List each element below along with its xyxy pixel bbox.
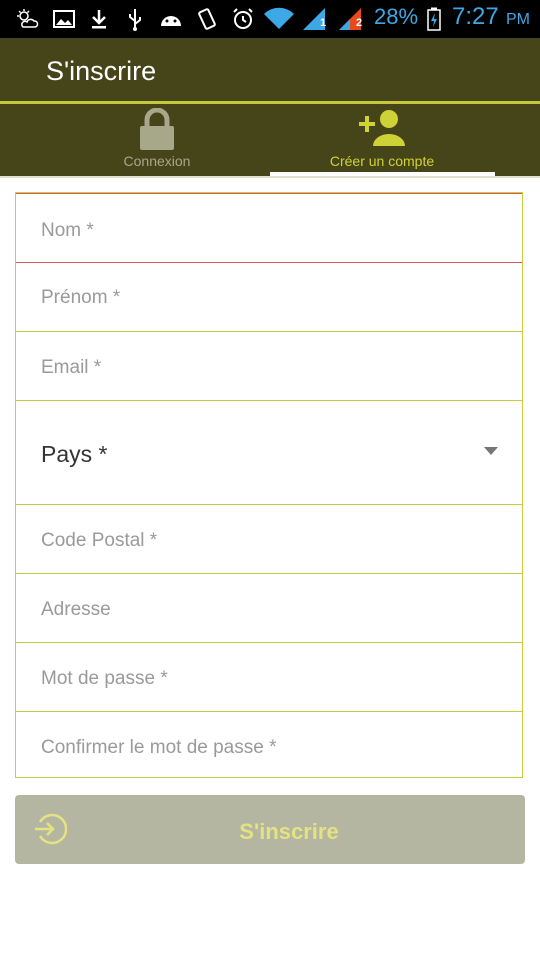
tab-creer-compte-label: Créer un compte — [329, 153, 435, 169]
code-postal-field[interactable]: Code Postal * — [16, 505, 522, 574]
clock-time: 7:27 — [452, 3, 499, 30]
signup-form: Nom * Prénom * Email * Pays * Code Posta… — [15, 192, 523, 778]
email-field[interactable]: Email * — [16, 332, 522, 401]
chevron-down-icon — [484, 447, 498, 455]
android-icon — [158, 6, 184, 32]
tab-bar: Connexion Créer un compte — [0, 104, 540, 176]
mot-de-passe-field[interactable]: Mot de passe * — [16, 643, 522, 712]
prenom-field[interactable]: Prénom * — [16, 262, 522, 332]
sinscrire-button[interactable]: S'inscrire — [15, 795, 525, 864]
code-postal-placeholder: Code Postal * — [41, 530, 158, 551]
wifi-icon — [262, 6, 296, 32]
usb-icon — [124, 6, 146, 32]
email-placeholder: Email * — [41, 357, 102, 378]
tab-divider — [0, 176, 540, 178]
adresse-field[interactable]: Adresse — [16, 574, 522, 643]
add-person-icon — [359, 108, 407, 153]
pays-select[interactable]: Pays * — [16, 401, 522, 505]
sinscrire-button-label: S'inscrire — [239, 819, 339, 844]
weather-icon — [14, 6, 40, 32]
clock-ampm: PM — [506, 11, 530, 28]
signal-icon: 1 — [300, 6, 330, 32]
prenom-placeholder: Prénom * — [41, 287, 121, 308]
signal-icon: 2 — [336, 6, 366, 32]
lock-icon — [138, 107, 176, 155]
adresse-placeholder: Adresse — [41, 599, 111, 620]
signal-1-label: 1 — [320, 17, 327, 29]
mot-de-passe-placeholder: Mot de passe * — [41, 668, 168, 689]
vibrate-icon — [194, 6, 220, 32]
page-title: S'inscrire — [46, 56, 157, 86]
confirmer-mot-de-passe-placeholder: Confirmer le mot de passe * — [41, 737, 277, 758]
confirmer-mot-de-passe-field[interactable]: Confirmer le mot de passe * — [16, 712, 522, 778]
nom-placeholder: Nom * — [41, 220, 94, 241]
pays-label: Pays * — [41, 441, 108, 467]
tab-creer-compte[interactable]: Créer un compte — [247, 104, 517, 176]
nom-field[interactable]: Nom * — [16, 193, 522, 263]
image-icon — [52, 6, 76, 32]
battery-charging-icon — [426, 6, 442, 32]
alarm-icon — [230, 6, 256, 32]
signal-2-label: 2 — [356, 17, 363, 29]
battery-percent: 28% — [374, 4, 419, 29]
status-bar: 1 2 28% 7:27 PM — [0, 0, 540, 38]
app-bar: S'inscrire — [0, 38, 540, 101]
download-icon — [88, 6, 110, 32]
